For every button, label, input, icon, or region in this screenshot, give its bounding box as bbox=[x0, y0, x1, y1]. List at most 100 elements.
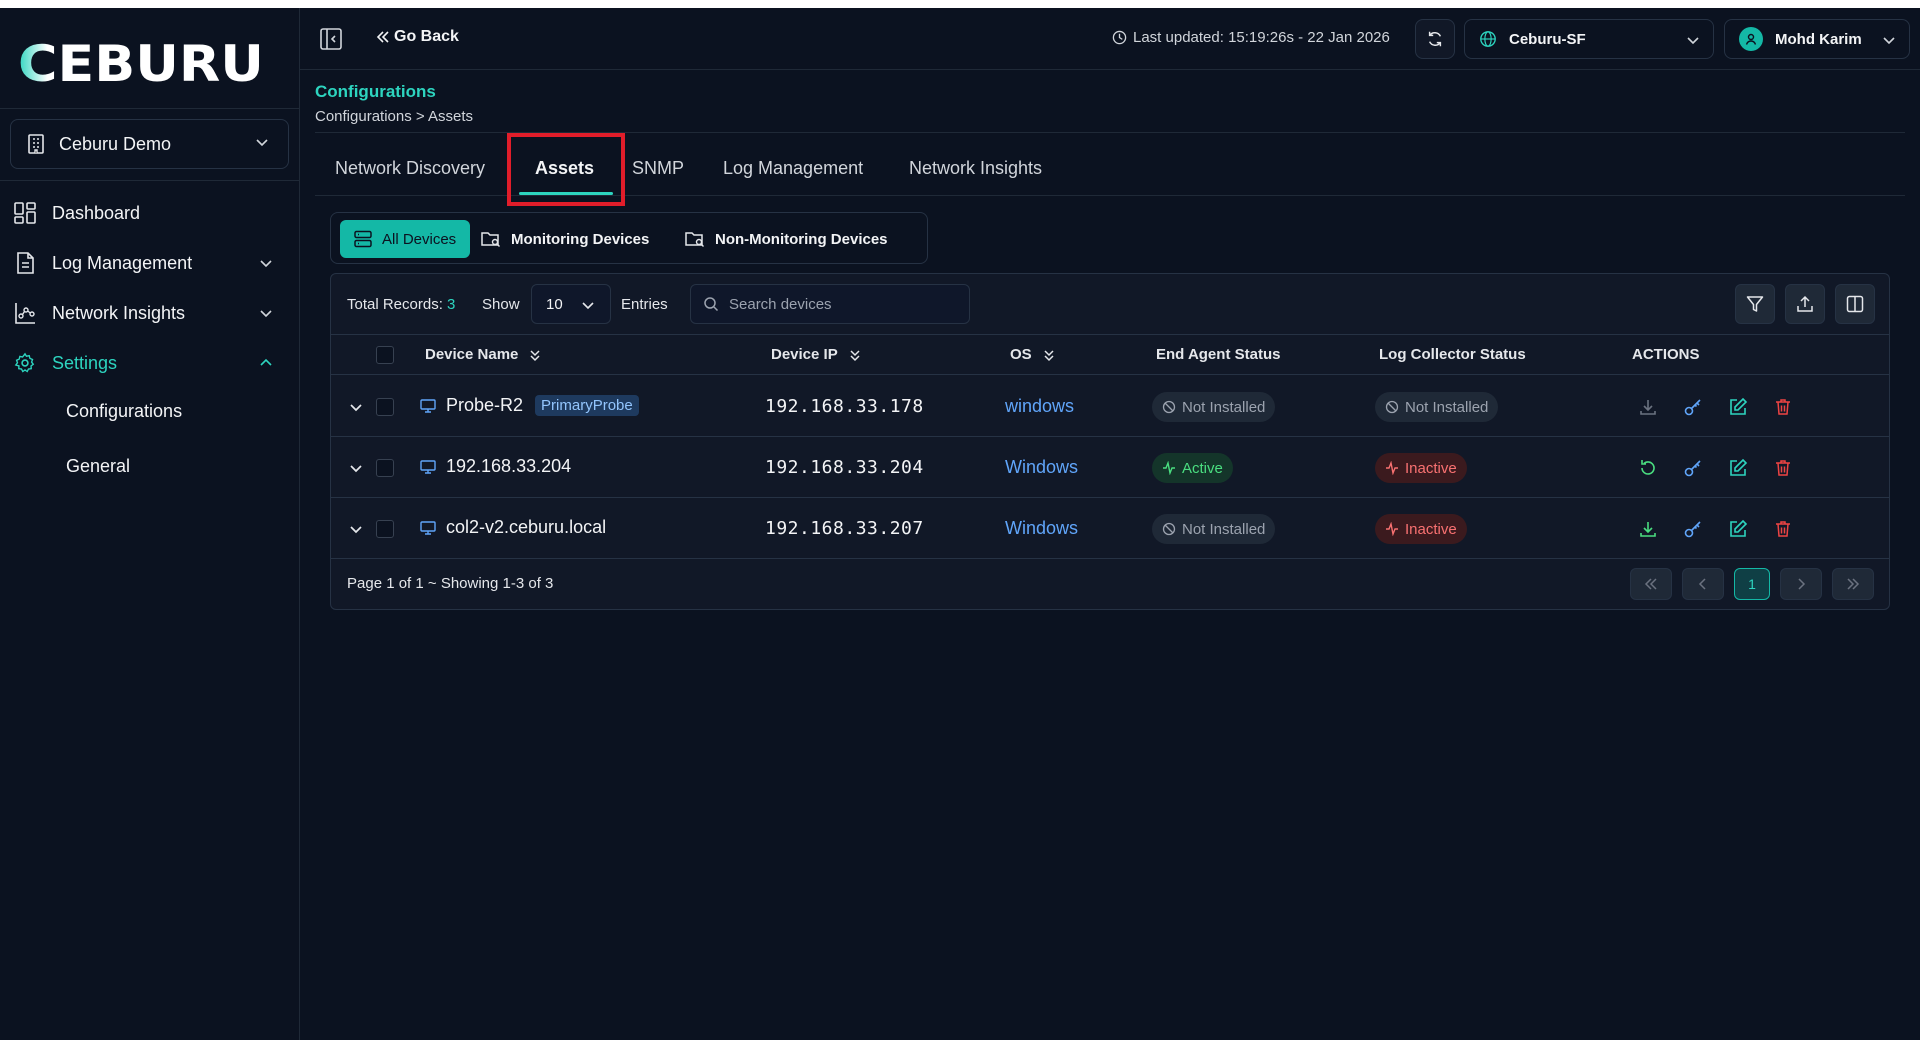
column-device-ip[interactable]: Device IP bbox=[771, 346, 862, 363]
status-text: Inactive bbox=[1405, 520, 1457, 538]
row-checkbox[interactable] bbox=[376, 398, 394, 416]
building-icon bbox=[28, 134, 44, 154]
device-name: Probe-R2 bbox=[446, 395, 524, 415]
segment-label: Non-Monitoring Devices bbox=[715, 230, 888, 248]
status-text: Inactive bbox=[1405, 459, 1457, 477]
column-actions: ACTIONS bbox=[1632, 346, 1700, 363]
search-box bbox=[690, 284, 970, 324]
column-device-name[interactable]: Device Name bbox=[425, 346, 542, 363]
device-name-cell[interactable]: Probe-R2 PrimaryProbe bbox=[420, 395, 639, 416]
sidebar-item-log-management[interactable]: Log Management bbox=[14, 243, 284, 283]
table-row[interactable]: Probe-R2 PrimaryProbe 192.168.33.178 win… bbox=[331, 376, 1889, 437]
segment-monitoring-devices[interactable]: Monitoring Devices bbox=[467, 220, 663, 258]
avatar bbox=[1739, 27, 1763, 51]
column-os[interactable]: OS bbox=[1010, 346, 1056, 363]
log-collector-status-badge: Inactive bbox=[1375, 514, 1467, 544]
tabs-divider bbox=[315, 195, 1905, 196]
tab-network-insights[interactable]: Network Insights bbox=[909, 158, 1042, 179]
top-header: Go Back Last updated: 15:19:26s - 22 Jan… bbox=[300, 8, 1920, 70]
primary-probe-badge: PrimaryProbe bbox=[535, 395, 639, 416]
edit-icon[interactable] bbox=[1728, 458, 1748, 478]
page-number-button[interactable]: 1 bbox=[1734, 568, 1770, 600]
breadcrumb-configurations[interactable]: Configurations bbox=[315, 108, 412, 125]
search-input[interactable] bbox=[729, 295, 949, 313]
chevron-down-icon[interactable] bbox=[347, 520, 365, 538]
download-icon[interactable] bbox=[1638, 519, 1658, 539]
restart-icon[interactable] bbox=[1638, 458, 1658, 478]
end-agent-status-badge: Active bbox=[1152, 453, 1233, 483]
chevron-right-icon bbox=[1798, 578, 1806, 590]
key-icon[interactable] bbox=[1683, 458, 1703, 478]
breadcrumb: Configurations > Assets bbox=[315, 108, 473, 125]
last-page-button[interactable] bbox=[1832, 568, 1874, 600]
segment-non-monitoring-devices[interactable]: Non-Monitoring Devices bbox=[671, 220, 902, 258]
page-size-select[interactable]: 10 bbox=[531, 284, 611, 324]
sidebar-item-network-insights[interactable]: Network Insights bbox=[14, 293, 284, 333]
not-installed-icon bbox=[1385, 400, 1399, 414]
previous-page-button[interactable] bbox=[1682, 568, 1724, 600]
sort-icon bbox=[850, 349, 860, 361]
org-selector[interactable]: Ceburu Demo bbox=[10, 119, 289, 169]
edit-icon[interactable] bbox=[1728, 397, 1748, 417]
table-row[interactable]: col2-v2.ceburu.local 192.168.33.207 Wind… bbox=[331, 498, 1889, 559]
tab-snmp[interactable]: SNMP bbox=[632, 158, 684, 179]
key-icon[interactable] bbox=[1683, 519, 1703, 539]
sidebar: CEBURU Ceburu Demo Dashboard Log Managem… bbox=[0, 8, 300, 1040]
trash-icon[interactable] bbox=[1773, 458, 1793, 478]
chevron-down-icon bbox=[1687, 37, 1699, 45]
page-size-value: 10 bbox=[546, 295, 563, 313]
column-end-agent-status: End Agent Status bbox=[1156, 346, 1280, 363]
trash-icon[interactable] bbox=[1773, 397, 1793, 417]
device-name-cell[interactable]: col2-v2.ceburu.local bbox=[420, 517, 606, 538]
ceburu-logo[interactable]: CEBURU bbox=[18, 35, 268, 93]
device-name-cell[interactable]: 192.168.33.204 bbox=[420, 456, 571, 477]
divider bbox=[315, 132, 1905, 133]
tab-network-discovery[interactable]: Network Discovery bbox=[335, 158, 485, 179]
filter-button[interactable] bbox=[1735, 284, 1775, 324]
last-updated-text: Last updated: 15:19:26s - 22 Jan 2026 bbox=[1133, 29, 1390, 46]
tab-log-management[interactable]: Log Management bbox=[723, 158, 863, 179]
segment-all-devices[interactable]: All Devices bbox=[340, 220, 471, 258]
sidebar-subitem-general[interactable]: General bbox=[66, 456, 130, 477]
next-page-button[interactable] bbox=[1780, 568, 1822, 600]
export-button[interactable] bbox=[1785, 284, 1825, 324]
logo-text: CEBURU bbox=[18, 36, 264, 88]
device-name: 192.168.33.204 bbox=[446, 456, 572, 476]
user-menu[interactable]: Mohd Karim bbox=[1724, 19, 1910, 59]
refresh-button[interactable] bbox=[1415, 19, 1455, 59]
network-chart-icon bbox=[15, 303, 35, 324]
sidebar-divider bbox=[0, 180, 300, 181]
column-header-label: Log Collector Status bbox=[1379, 346, 1526, 363]
tab-assets[interactable]: Assets bbox=[535, 158, 594, 179]
folder-search-icon bbox=[481, 232, 500, 247]
key-icon[interactable] bbox=[1683, 397, 1703, 417]
trash-icon[interactable] bbox=[1773, 519, 1793, 539]
row-checkbox[interactable] bbox=[376, 459, 394, 477]
columns-button[interactable] bbox=[1835, 284, 1875, 324]
sidebar-subitem-configurations[interactable]: Configurations bbox=[66, 401, 182, 422]
select-all-checkbox[interactable] bbox=[376, 346, 394, 364]
edit-icon[interactable] bbox=[1728, 519, 1748, 539]
go-back-button[interactable]: Go Back bbox=[376, 28, 459, 46]
download-icon[interactable] bbox=[1638, 397, 1658, 417]
first-page-button[interactable] bbox=[1630, 568, 1672, 600]
segment-label: All Devices bbox=[382, 230, 457, 248]
site-selector[interactable]: Ceburu-SF bbox=[1464, 19, 1714, 59]
sidebar-collapse-icon[interactable] bbox=[320, 28, 342, 50]
activity-icon bbox=[1163, 461, 1175, 475]
breadcrumb-assets: Assets bbox=[428, 108, 474, 125]
chevron-down-icon bbox=[260, 310, 272, 318]
table-row[interactable]: 192.168.33.204 192.168.33.204 Windows Ac… bbox=[331, 437, 1889, 498]
globe-icon bbox=[1480, 31, 1496, 47]
double-chevron-right-icon bbox=[1847, 578, 1860, 590]
monitor-icon bbox=[420, 520, 436, 535]
chevron-down-icon[interactable] bbox=[347, 459, 365, 477]
segment-label: Monitoring Devices bbox=[511, 230, 650, 248]
chevron-down-icon[interactable] bbox=[347, 398, 365, 416]
sidebar-item-dashboard[interactable]: Dashboard bbox=[14, 193, 284, 233]
total-records: Total Records: 3 bbox=[347, 296, 455, 313]
sidebar-item-settings[interactable]: Settings bbox=[14, 343, 284, 383]
row-checkbox[interactable] bbox=[376, 520, 394, 538]
monitor-icon bbox=[420, 398, 436, 413]
column-header-label: Device IP bbox=[771, 346, 838, 363]
